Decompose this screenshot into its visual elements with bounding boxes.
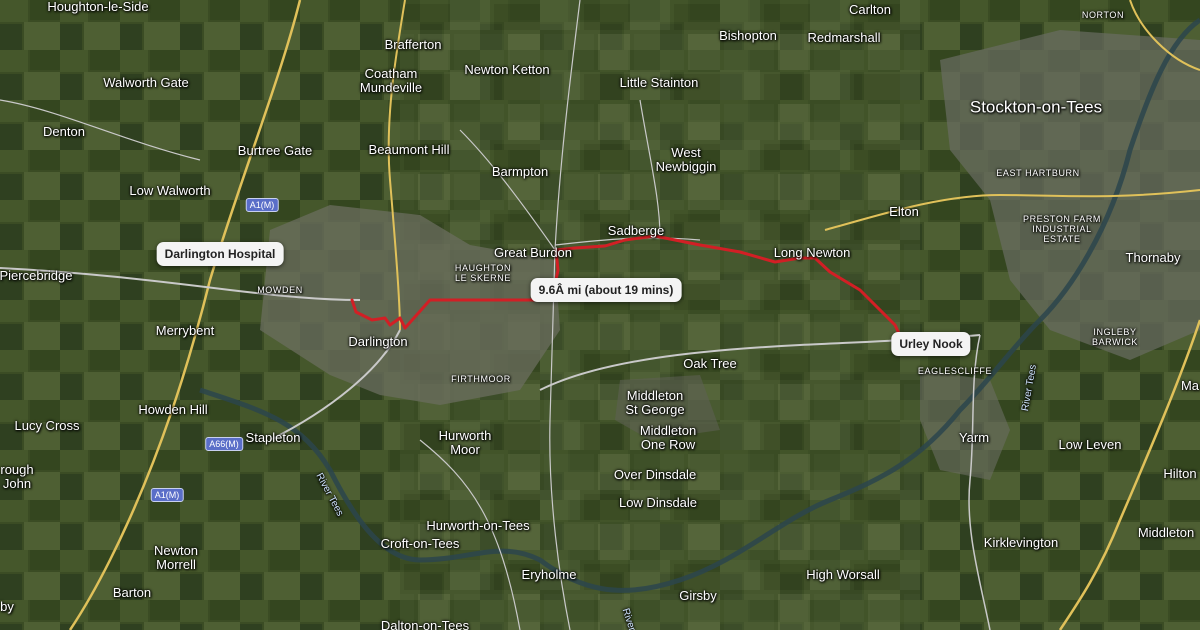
place-label[interactable]: Great Burdon <box>494 246 572 260</box>
district-label[interactable]: NORTON <box>1082 10 1124 20</box>
place-label[interactable]: Dalton-on-Tees <box>381 619 469 630</box>
place-label[interactable]: Denton <box>43 125 85 139</box>
place-label[interactable]: Oak Tree <box>683 357 736 371</box>
place-label[interactable]: Long Newton <box>774 246 851 260</box>
place-label[interactable]: Houghton-le-Side <box>47 0 148 14</box>
place-label[interactable]: by <box>0 600 14 614</box>
place-label[interactable]: Newton Ketton <box>464 63 549 77</box>
place-label[interactable]: Over Dinsdale <box>614 468 696 482</box>
place-label[interactable]: Croft-on-Tees <box>381 537 460 551</box>
route-distance-label[interactable]: 9.6Â mi (about 19 mins) <box>530 278 682 302</box>
road-shield-a1m: A1(M) <box>245 198 279 212</box>
place-label[interactable]: Coatham Mundeville <box>360 67 422 95</box>
destination-marker-label[interactable]: Urley Nook <box>891 332 971 356</box>
place-label[interactable]: Beaumont Hill <box>369 143 450 157</box>
district-label[interactable]: EAGLESCLIFFE <box>918 366 992 376</box>
place-label[interactable]: Stapleton <box>246 431 301 445</box>
place-label[interactable]: Sadberge <box>608 224 664 238</box>
place-label[interactable]: Redmarshall <box>808 31 881 45</box>
place-label[interactable]: Yarm <box>959 431 989 445</box>
place-label[interactable]: Brafferton <box>385 38 442 52</box>
place-label[interactable]: Piercebridge <box>0 269 73 283</box>
place-label[interactable]: Middleton <box>1138 526 1194 540</box>
district-label[interactable]: MOWDEN <box>257 285 303 295</box>
place-label[interactable]: Merrybent <box>156 324 215 338</box>
place-label[interactable]: Low Leven <box>1059 438 1122 452</box>
map-canvas[interactable]: Houghton-le-Side Brafferton Bishopton Ca… <box>0 0 1200 630</box>
district-label[interactable]: EAST HARTBURN <box>996 168 1079 178</box>
place-label[interactable]: Hurworth Moor <box>439 429 492 457</box>
district-label[interactable]: INGLEBY BARWICK <box>1092 327 1138 347</box>
place-label[interactable]: Carlton <box>849 3 891 17</box>
origin-marker-label[interactable]: Darlington Hospital <box>156 242 284 266</box>
road-shield-a1m: A1(M) <box>150 488 184 502</box>
district-label[interactable]: PRESTON FARM INDUSTRIAL ESTATE <box>1023 214 1101 244</box>
road-shield-a66m: A66(M) <box>205 437 243 451</box>
place-label[interactable]: Barton <box>113 586 151 600</box>
place-label[interactable]: Walworth Gate <box>103 76 189 90</box>
place-label[interactable]: Burtree Gate <box>238 144 312 158</box>
city-label[interactable]: Stockton-on-Tees <box>970 98 1102 117</box>
place-label[interactable]: Bishopton <box>719 29 777 43</box>
place-label[interactable]: Low Walworth <box>129 184 210 198</box>
place-label[interactable]: Little Stainton <box>620 76 699 90</box>
place-label[interactable]: Eryholme <box>522 568 577 582</box>
place-label[interactable]: Girsby <box>679 589 717 603</box>
place-label[interactable]: Middleton One Row <box>640 424 696 452</box>
place-label[interactable]: rough John <box>0 463 33 491</box>
place-label[interactable]: Elton <box>889 205 919 219</box>
place-label[interactable]: Barmpton <box>492 165 548 179</box>
district-label[interactable]: FIRTHMOOR <box>451 374 511 384</box>
place-label[interactable]: Howden Hill <box>138 403 207 417</box>
place-label[interactable]: Lucy Cross <box>14 419 79 433</box>
place-label[interactable]: West Newbiggin <box>656 146 717 174</box>
place-label[interactable]: Kirklevington <box>984 536 1058 550</box>
place-label[interactable]: Thornaby <box>1126 251 1181 265</box>
district-label[interactable]: HAUGHTON LE SKERNE <box>455 263 511 283</box>
place-label[interactable]: Newton Morrell <box>154 544 198 572</box>
place-label[interactable]: Darlington <box>348 335 407 349</box>
place-label[interactable]: High Worsall <box>806 568 879 582</box>
place-label[interactable]: Hilton <box>1163 467 1196 481</box>
place-label[interactable]: Low Dinsdale <box>619 496 697 510</box>
place-label[interactable]: Hurworth-on-Tees <box>426 519 529 533</box>
place-label[interactable]: Middleton St George <box>625 389 684 417</box>
place-label[interactable]: Ma <box>1181 379 1199 393</box>
